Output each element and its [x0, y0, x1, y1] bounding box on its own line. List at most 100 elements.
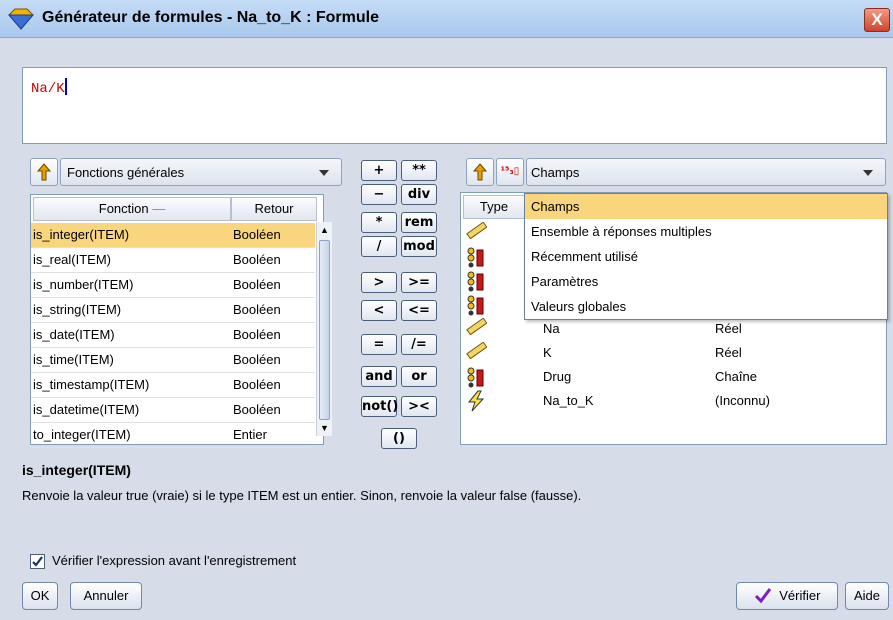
derived-lightning-icon — [465, 390, 487, 420]
field-row[interactable]: K Réel — [461, 341, 886, 365]
function-name: is_number(ITEM) — [33, 277, 134, 292]
function-description-title: is_integer(ITEM) — [22, 462, 131, 478]
function-list: Fonction — Retour is_integer(ITEM) Boolée… — [30, 194, 324, 448]
column-header-type[interactable]: Type — [463, 195, 525, 219]
field-name: Na_to_K — [543, 393, 594, 408]
field-source-select[interactable]: Champs — [526, 158, 886, 186]
function-row[interactable]: is_timestamp(ITEM) Booléen — [31, 373, 315, 398]
function-category-select[interactable]: Fonctions générales — [60, 158, 342, 186]
function-row[interactable]: is_date(ITEM) Booléen — [31, 323, 315, 348]
function-row[interactable]: to_integer(ITEM) Entier — [31, 423, 315, 448]
operator-between-button[interactable]: >< — [401, 396, 437, 417]
column-header-return[interactable]: Retour — [231, 197, 317, 221]
text-caret — [64, 78, 67, 95]
operator-or-button[interactable]: or — [401, 366, 437, 387]
check-icon — [754, 588, 771, 604]
field-row[interactable]: Na Réel — [461, 317, 886, 341]
field-row[interactable]: Drug Chaîne — [461, 365, 886, 389]
field-name: K — [543, 345, 552, 360]
function-return-type: Booléen — [233, 402, 281, 417]
function-return-type: Booléen — [233, 302, 281, 317]
operator-div-button[interactable]: div — [401, 184, 437, 205]
function-return-type: Booléen — [233, 327, 281, 342]
field-source-dropdown: Champs Ensemble à réponses multiples Récem… — [524, 193, 888, 320]
dropdown-option[interactable]: Valeurs globales — [525, 294, 887, 319]
function-row[interactable]: is_integer(ITEM) Booléen — [31, 223, 315, 248]
operator-plus-button[interactable]: + — [361, 160, 397, 181]
expression-text: Na/K — [31, 81, 65, 97]
operator-mod-button[interactable]: mod — [401, 236, 437, 257]
function-name: is_timestamp(ITEM) — [33, 377, 150, 392]
function-name: is_real(ITEM) — [33, 252, 112, 267]
operator-not-button[interactable]: not() — [361, 396, 398, 417]
function-row[interactable]: is_real(ITEM) Booléen — [31, 248, 315, 273]
insert-field-button[interactable] — [466, 158, 494, 186]
function-name: is_datetime(ITEM) — [33, 402, 140, 417]
check-expression-label: Vérifier l'expression avant l'enregistre… — [52, 553, 297, 568]
window-title: Générateur de formules - Na_to_K : Formu… — [42, 9, 379, 26]
field-name: Na — [543, 321, 560, 336]
field-storage: Réel — [715, 345, 742, 360]
scroll-up-icon[interactable]: ▲ — [319, 224, 330, 236]
function-return-type: Entier — [233, 427, 267, 442]
insert-function-button[interactable] — [30, 158, 58, 186]
checkmark-icon — [32, 556, 43, 567]
operator-divide-button[interactable]: / — [361, 236, 397, 257]
function-name: is_time(ITEM) — [33, 352, 114, 367]
up-arrow-icon — [472, 163, 488, 181]
formula-builder-icon — [8, 8, 34, 30]
numbers-list-icon: ¹⁵₃▯ — [500, 166, 520, 177]
function-row[interactable]: is_number(ITEM) Booléen — [31, 273, 315, 298]
function-category-value: Fonctions générales — [67, 165, 185, 180]
operator-rem-button[interactable]: rem — [401, 212, 437, 233]
function-return-type: Booléen — [233, 227, 281, 242]
chevron-down-icon — [863, 170, 873, 176]
dropdown-option[interactable]: Ensemble à réponses multiples — [525, 219, 887, 244]
function-name: is_date(ITEM) — [33, 327, 115, 342]
expression-editor[interactable]: Na/K — [22, 67, 887, 144]
function-row[interactable]: is_datetime(ITEM) Booléen — [31, 398, 315, 423]
function-name: to_integer(ITEM) — [33, 427, 131, 442]
function-return-type: Booléen — [233, 252, 281, 267]
function-list-scrollbar[interactable]: ▲ ▼ — [316, 222, 332, 436]
operator-greater-button[interactable]: > — [361, 272, 397, 293]
title-bar: Générateur de formules - Na_to_K : Formu… — [0, 0, 893, 38]
operator-equal-button[interactable]: = — [361, 334, 397, 355]
operator-minus-button[interactable]: − — [361, 184, 397, 205]
operator-multiply-button[interactable]: * — [361, 212, 397, 233]
close-button[interactable]: X — [864, 8, 890, 32]
dropdown-option[interactable]: Champs — [525, 194, 887, 219]
scroll-thumb[interactable] — [319, 240, 330, 420]
help-button[interactable]: Aide — [845, 582, 889, 610]
cancel-button[interactable]: Annuler — [70, 582, 142, 610]
function-return-type: Booléen — [233, 277, 281, 292]
function-row[interactable]: is_time(ITEM) Booléen — [31, 348, 315, 373]
field-name: Drug — [543, 369, 572, 384]
field-source-value: Champs — [531, 165, 580, 180]
function-return-type: Booléen — [233, 377, 281, 392]
operator-greater-equal-button[interactable]: >= — [401, 272, 437, 293]
operator-power-button[interactable]: ** — [401, 160, 437, 181]
dropdown-option[interactable]: Paramètres — [525, 269, 887, 294]
function-name: is_string(ITEM) — [33, 302, 122, 317]
ok-button[interactable]: OK — [22, 582, 58, 610]
chevron-down-icon — [319, 170, 329, 176]
operator-parentheses-button[interactable]: () — [381, 428, 417, 449]
dropdown-option[interactable]: Récemment utilisé — [525, 244, 887, 269]
operator-less-button[interactable]: < — [361, 300, 397, 321]
function-return-type: Booléen — [233, 352, 281, 367]
column-header-function[interactable]: Fonction — — [33, 197, 231, 221]
field-storage: Chaîne — [715, 369, 757, 384]
field-row[interactable]: Na_to_K (Inconnu) — [461, 389, 886, 413]
function-row[interactable]: is_string(ITEM) Booléen — [31, 298, 315, 323]
operator-not-equal-button[interactable]: /= — [401, 334, 437, 355]
verify-button[interactable]: Vérifier — [736, 582, 838, 610]
up-arrow-icon — [36, 163, 52, 181]
operator-less-equal-button[interactable]: <= — [401, 300, 437, 321]
check-expression-checkbox[interactable] — [30, 554, 45, 569]
operator-and-button[interactable]: and — [361, 366, 397, 387]
field-storage: Réel — [715, 321, 742, 336]
function-rows: is_integer(ITEM) Booléen is_real(ITEM) Bool… — [31, 223, 315, 448]
scroll-down-icon[interactable]: ▼ — [319, 422, 330, 434]
value-picker-button[interactable]: ¹⁵₃▯ — [496, 158, 524, 186]
